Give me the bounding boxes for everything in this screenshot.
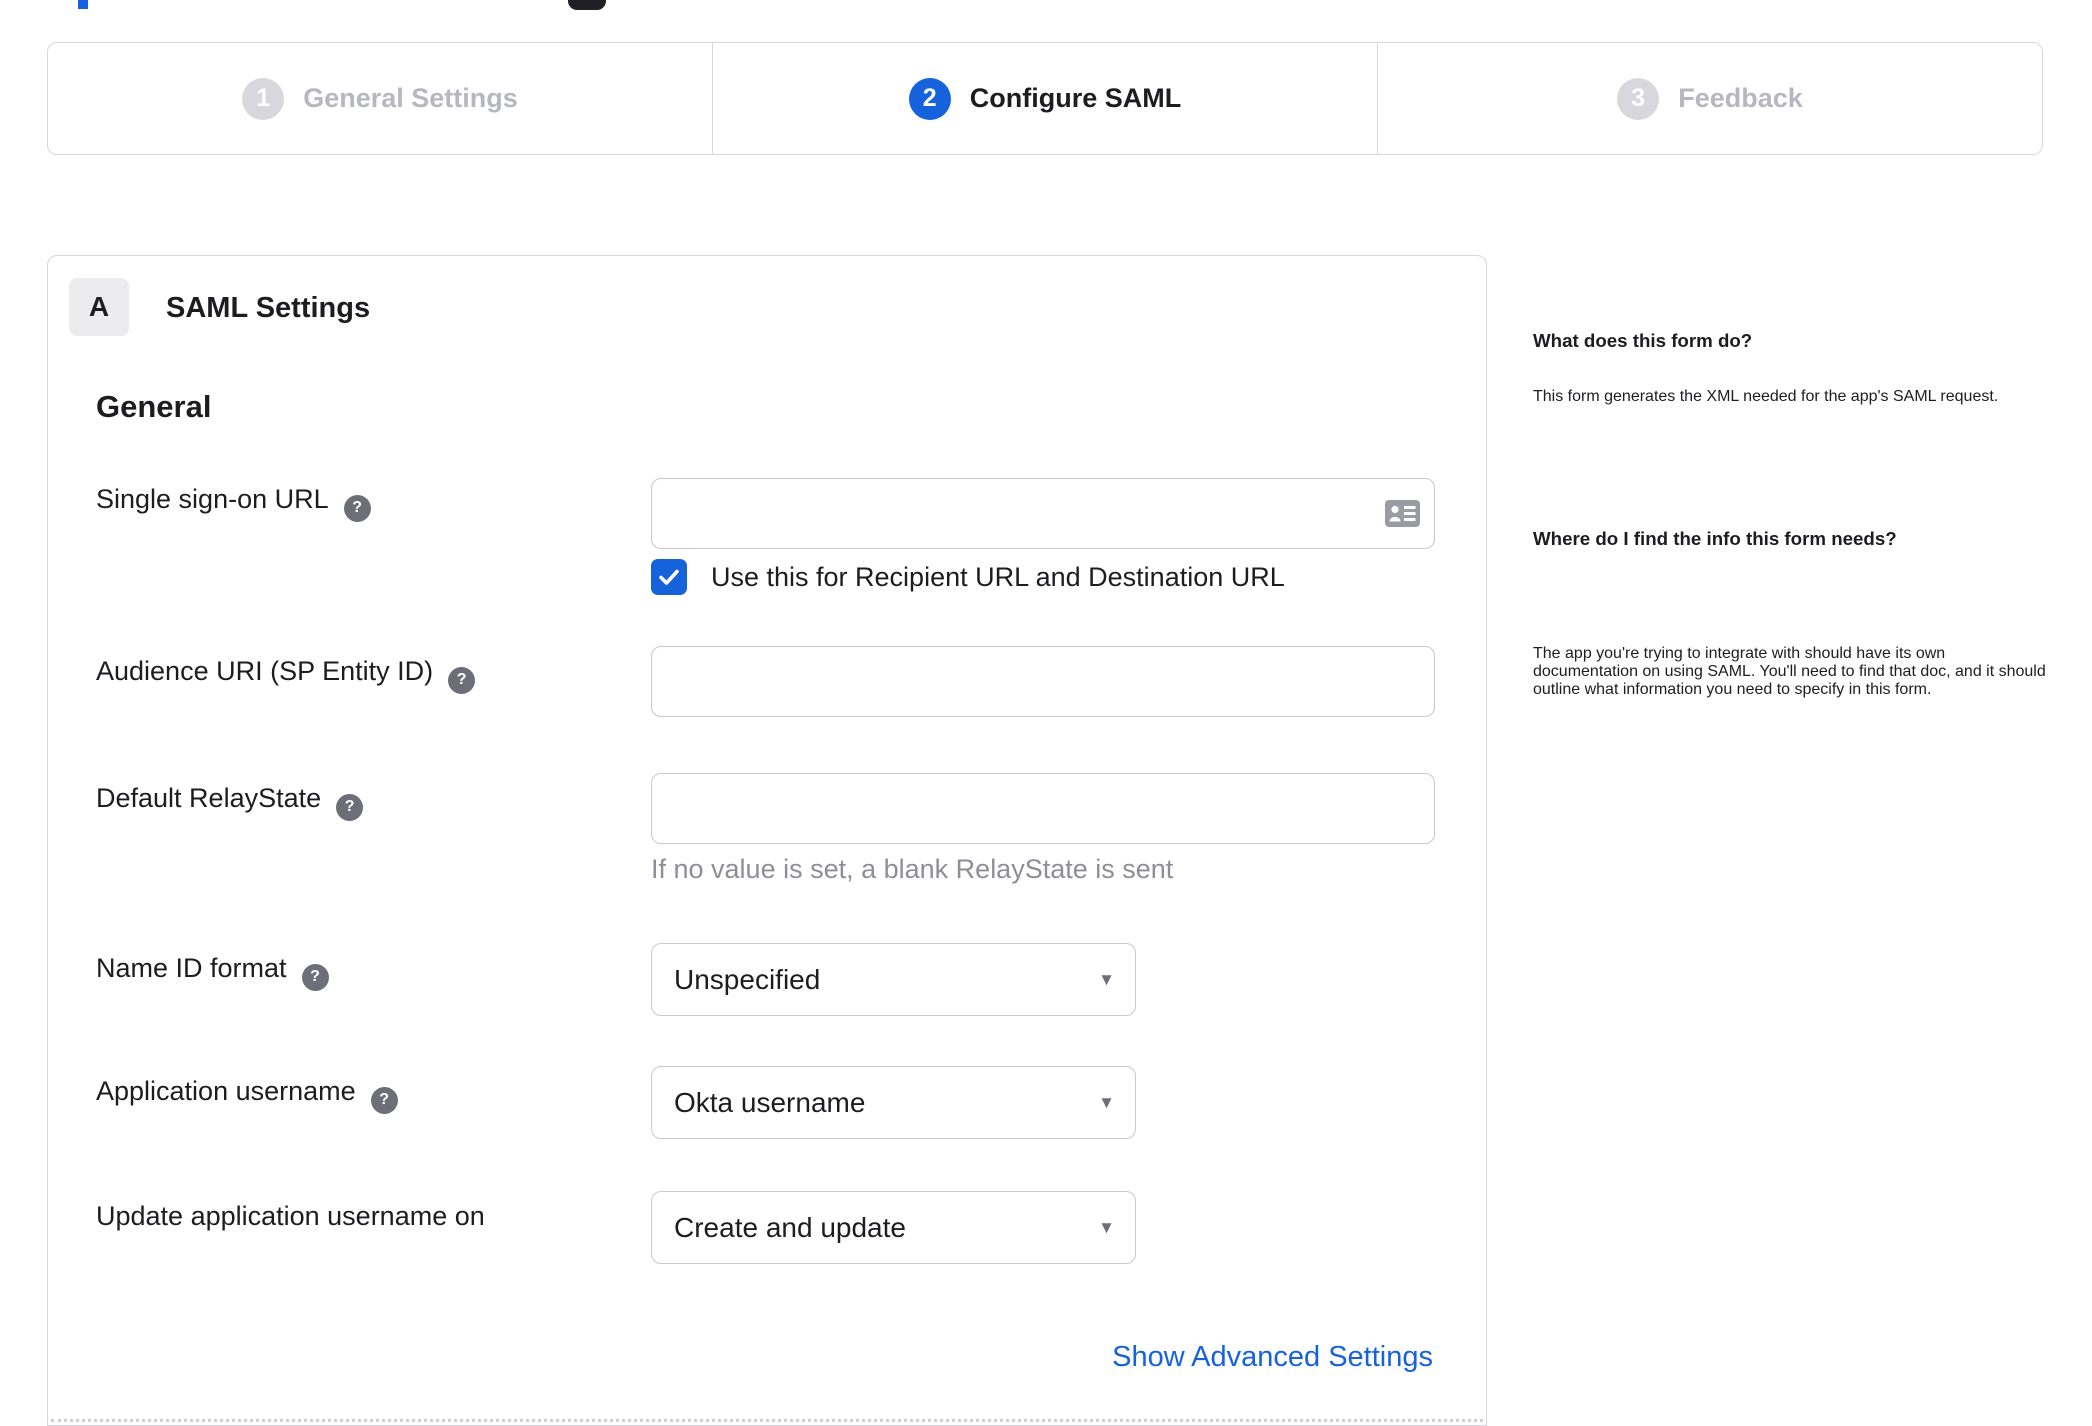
use-for-recipient-checkbox[interactable] bbox=[651, 559, 687, 595]
sso-url-field-wrap bbox=[651, 478, 1435, 549]
use-for-recipient-label: Use this for Recipient URL and Destinati… bbox=[711, 562, 1285, 592]
help-icon[interactable]: ? bbox=[343, 494, 371, 522]
help-icon[interactable]: ? bbox=[448, 666, 476, 694]
panel-dotted-separator bbox=[51, 1419, 1483, 1422]
step-general-settings[interactable]: 1 General Settings bbox=[48, 43, 712, 154]
general-section-heading: General bbox=[96, 389, 212, 424]
sso-url-input[interactable] bbox=[651, 478, 1435, 549]
chevron-down-icon: ▼ bbox=[1098, 1092, 1115, 1112]
selected-value: Unspecified bbox=[674, 963, 821, 995]
cutoff-dark-shape bbox=[568, 0, 606, 10]
sidebar-body-what: This form generates the XML needed for t… bbox=[1533, 388, 1999, 405]
audience-uri-label: Audience URI (SP Entity ID)? bbox=[96, 656, 476, 694]
cutoff-blue-mark bbox=[78, 0, 88, 9]
name-id-format-label: Name ID format? bbox=[96, 953, 329, 991]
step-number-badge: 2 bbox=[908, 77, 951, 120]
saml-settings-panel: A SAML Settings General Single sign-on U… bbox=[47, 255, 1487, 1426]
step-configure-saml[interactable]: 2 Configure SAML bbox=[712, 43, 1377, 154]
chevron-down-icon: ▼ bbox=[1098, 969, 1115, 989]
selected-value: Okta username bbox=[674, 1086, 866, 1118]
name-id-format-select[interactable]: Unspecified ▼ bbox=[651, 943, 1136, 1016]
step-label: Configure SAML bbox=[969, 83, 1182, 113]
app-username-select[interactable]: Okta username ▼ bbox=[651, 1066, 1136, 1139]
sso-url-label: Single sign-on URL? bbox=[96, 484, 371, 522]
step-label: Feedback bbox=[1678, 83, 1803, 113]
step-feedback[interactable]: 3 Feedback bbox=[1377, 43, 2042, 154]
app-username-label: Application username? bbox=[96, 1076, 398, 1114]
step-label: General Settings bbox=[303, 83, 518, 113]
step-number-badge: 1 bbox=[242, 77, 285, 120]
sidebar-heading-where: Where do I find the info this form needs… bbox=[1533, 528, 1897, 549]
sidebar-body-where: The app you're trying to integrate with … bbox=[1533, 645, 2046, 698]
update-app-username-select[interactable]: Create and update ▼ bbox=[651, 1191, 1136, 1264]
help-icon[interactable]: ? bbox=[301, 963, 329, 991]
wizard-stepper: 1 General Settings 2 Configure SAML 3 Fe… bbox=[47, 42, 2043, 155]
relay-state-hint: If no value is set, a blank RelayState i… bbox=[651, 854, 1174, 884]
step-number-badge: 3 bbox=[1617, 77, 1660, 120]
help-icon[interactable]: ? bbox=[336, 793, 364, 821]
chevron-down-icon: ▼ bbox=[1098, 1217, 1115, 1237]
relay-state-input[interactable] bbox=[651, 773, 1435, 844]
sidebar-heading-what: What does this form do? bbox=[1533, 330, 1753, 351]
relay-state-label: Default RelayState? bbox=[96, 783, 364, 821]
help-icon[interactable]: ? bbox=[370, 1086, 398, 1114]
section-a-badge: A bbox=[69, 278, 129, 336]
checkmark-icon bbox=[659, 569, 679, 585]
contact-card-icon[interactable] bbox=[1385, 500, 1420, 527]
audience-uri-input[interactable] bbox=[651, 646, 1435, 717]
show-advanced-settings-link[interactable]: Show Advanced Settings bbox=[1112, 1341, 1433, 1374]
update-app-username-label: Update application username on bbox=[96, 1201, 485, 1231]
panel-title: SAML Settings bbox=[166, 292, 371, 324]
selected-value: Create and update bbox=[674, 1211, 906, 1243]
